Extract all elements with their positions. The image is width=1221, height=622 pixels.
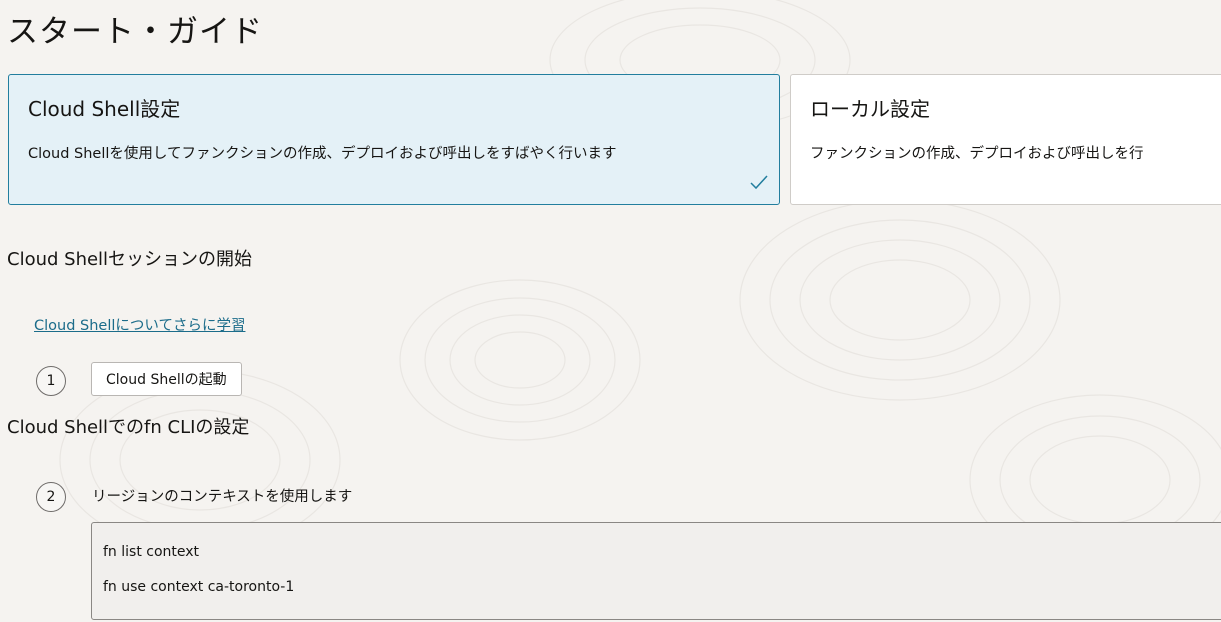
- local-card-description: ファンクションの作成、デプロイおよび呼出しを行: [810, 146, 1144, 162]
- page-title: スタート・ガイド: [7, 14, 263, 50]
- code-block[interactable]: fn list context fn use context ca-toront…: [91, 522, 1221, 620]
- code-line: fn list context: [103, 544, 200, 560]
- checkmark-icon: [750, 175, 768, 190]
- session-section-heading: Cloud Shellセッションの開始: [7, 249, 253, 270]
- getting-started-panel: スタート・ガイド Cloud Shell設定 Cloud Shellを使用してフ…: [0, 0, 1221, 622]
- code-line: fn use context ca-toronto-1: [103, 579, 295, 595]
- local-setup-card[interactable]: ローカル設定 ファンクションの作成、デプロイおよび呼出しを行: [790, 74, 1221, 205]
- cloud-shell-card-title: Cloud Shell設定: [28, 97, 181, 121]
- cloud-shell-setup-card[interactable]: Cloud Shell設定 Cloud Shellを使用してファンクションの作成…: [8, 74, 780, 205]
- local-card-title: ローカル設定: [810, 97, 930, 121]
- step-2-label: リージョンのコンテキストを使用します: [92, 489, 353, 505]
- cli-section-heading: Cloud Shellでのfn CLIの設定: [7, 417, 250, 438]
- step-2-indicator: 2: [36, 482, 66, 512]
- learn-more-link[interactable]: Cloud Shellについてさらに学習: [34, 314, 245, 335]
- launch-cloud-shell-button[interactable]: Cloud Shellの起動: [91, 362, 242, 396]
- step-1-indicator: 1: [36, 366, 66, 396]
- cloud-shell-card-description: Cloud Shellを使用してファンクションの作成、デプロイおよび呼出しをすば…: [28, 146, 617, 162]
